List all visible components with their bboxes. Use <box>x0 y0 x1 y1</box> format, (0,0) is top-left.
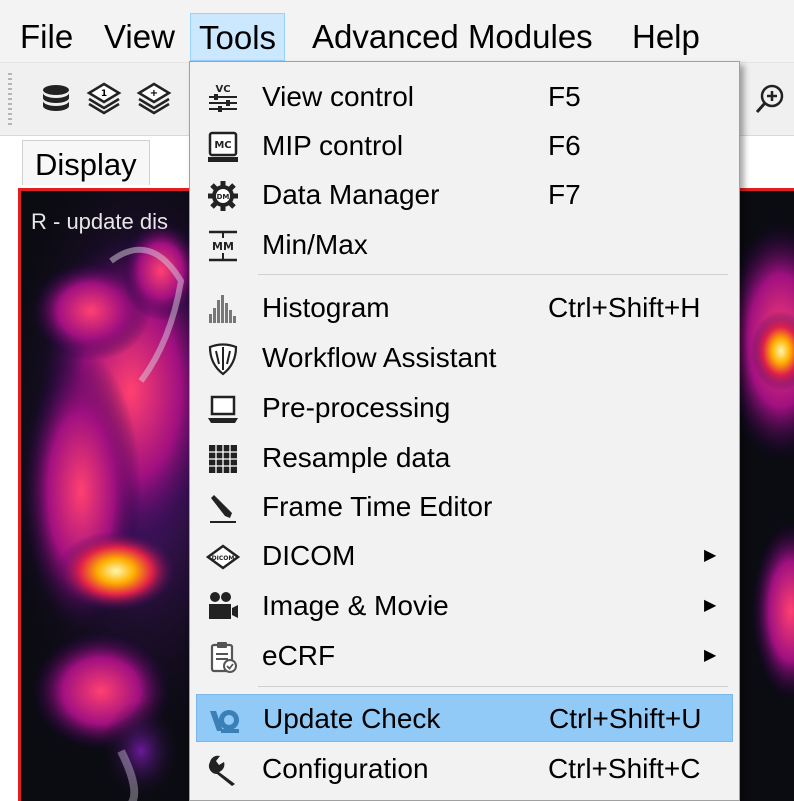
svg-text:VC: VC <box>215 84 230 95</box>
menu-separator <box>258 686 728 687</box>
menu-item-workflow-assistant[interactable]: Workflow Assistant <box>196 334 733 382</box>
display-tab[interactable]: Display <box>22 140 150 185</box>
menu-item-shortcut: Ctrl+Shift+C <box>548 753 701 784</box>
mip-control-icon: MC <box>208 131 238 162</box>
pencil-icon <box>210 495 236 523</box>
menu-separator <box>258 274 728 275</box>
database-icon[interactable] <box>38 81 74 117</box>
menu-item-view-control[interactable]: VC View control F5 <box>196 73 733 121</box>
menu-item-mip-control[interactable]: MC MIP control F6 <box>196 122 733 170</box>
workflow-shield-icon <box>208 343 238 376</box>
menu-item-frame-time-editor[interactable]: Frame Time Editor <box>196 483 733 531</box>
view-control-icon: VC <box>209 84 237 112</box>
menu-item-label: MIP control <box>262 130 404 161</box>
zoom-in-icon[interactable] <box>752 81 788 117</box>
menu-bar: File View Tools Advanced Modules Help <box>0 0 794 63</box>
grid-icon <box>209 445 237 473</box>
submenu-arrow-icon: ▶ <box>704 597 717 614</box>
menu-advanced-modules[interactable]: Advanced Modules <box>304 13 601 61</box>
svg-text:MC: MC <box>214 140 231 151</box>
movie-camera-icon <box>209 592 238 619</box>
submenu-arrow-icon: ▶ <box>704 547 717 564</box>
menu-item-label: DICOM <box>262 540 356 571</box>
svg-text:DICOM: DICOM <box>212 555 235 562</box>
min-max-icon: MM <box>209 230 237 262</box>
clipboard-icon <box>210 642 237 673</box>
menu-item-pre-processing[interactable]: Pre-processing <box>196 384 733 432</box>
svg-text:+: + <box>150 88 158 99</box>
menu-view[interactable]: View <box>96 13 183 61</box>
menu-item-label: View control <box>262 81 415 112</box>
menu-item-label: Pre-processing <box>262 392 451 423</box>
submenu-arrow-icon: ▶ <box>704 647 717 664</box>
update-check-icon <box>210 710 239 733</box>
menu-item-update-check[interactable]: Update Check Ctrl+Shift+U <box>196 694 733 742</box>
menu-item-dicom[interactable]: DICOM DICOM ▶ <box>196 532 733 580</box>
data-manager-gear-icon: DM <box>208 181 238 211</box>
menu-item-resample-data[interactable]: Resample data <box>196 434 733 482</box>
menu-file[interactable]: File <box>12 13 81 61</box>
menu-item-ecrf[interactable]: eCRF ▶ <box>196 632 733 680</box>
menu-item-label: Configuration <box>262 753 429 784</box>
menu-item-shortcut: F5 <box>548 81 581 112</box>
menu-item-shortcut: Ctrl+Shift+U <box>549 703 702 734</box>
menu-help[interactable]: Help <box>624 13 708 61</box>
dicom-icon: DICOM <box>206 544 240 570</box>
menu-item-min-max[interactable]: MM Min/Max <box>196 221 733 269</box>
svg-text:1: 1 <box>101 89 107 99</box>
menu-item-shortcut: F6 <box>548 130 581 161</box>
menu-item-label: Image & Movie <box>262 590 449 621</box>
menu-item-image-movie[interactable]: Image & Movie ▶ <box>196 582 733 630</box>
menu-item-configuration[interactable]: Configuration Ctrl+Shift+C <box>196 745 733 793</box>
laptop-icon <box>208 395 238 423</box>
toolbar-grip[interactable] <box>8 73 12 125</box>
menu-item-label: Update Check <box>263 703 441 734</box>
menu-item-data-manager[interactable]: DM Data Manager F7 <box>196 171 733 219</box>
layers-add-icon[interactable]: + <box>136 81 172 117</box>
menu-item-label: eCRF <box>262 640 336 671</box>
histogram-icon <box>209 295 236 323</box>
menu-item-label: Min/Max <box>262 229 368 260</box>
svg-text:MM: MM <box>212 240 234 253</box>
menu-item-shortcut: F7 <box>548 179 581 210</box>
menu-tools[interactable]: Tools <box>190 13 286 61</box>
menu-item-label: Data Manager <box>262 179 440 210</box>
menu-item-label: Histogram <box>262 292 390 323</box>
menu-item-histogram[interactable]: Histogram Ctrl+Shift+H <box>196 284 733 332</box>
layers-1-icon[interactable]: 1 <box>86 81 122 117</box>
menu-item-shortcut: Ctrl+Shift+H <box>548 292 701 323</box>
tools-dropdown-menu: VC View control F5 MC MIP control F6 DM … <box>189 61 740 801</box>
menu-item-label: Frame Time Editor <box>262 491 493 522</box>
menu-item-label: Workflow Assistant <box>262 342 497 373</box>
menu-item-label: Resample data <box>262 442 451 473</box>
viewer-caption: R - update dis <box>31 209 168 234</box>
wrench-icon <box>208 755 235 786</box>
svg-text:DM: DM <box>217 193 230 201</box>
